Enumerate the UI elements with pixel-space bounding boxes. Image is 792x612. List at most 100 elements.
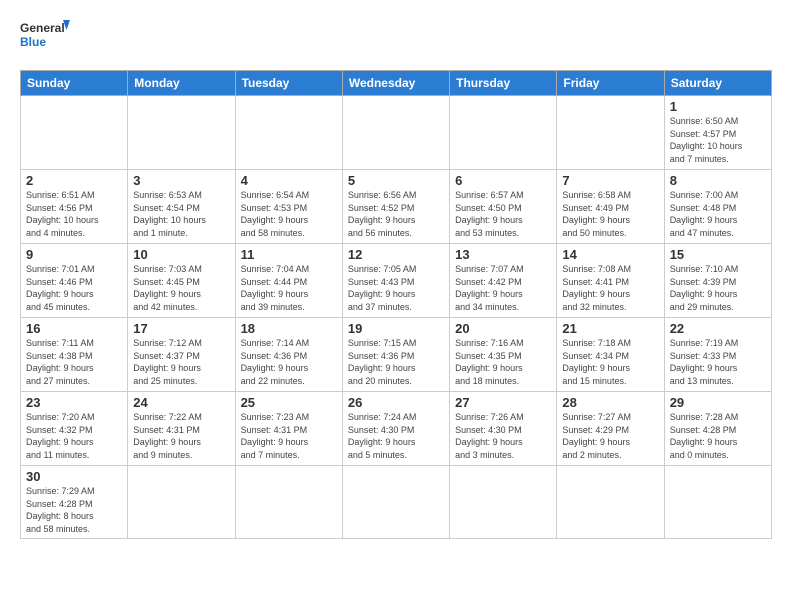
day-info: Sunrise: 7:22 AM Sunset: 4:31 PM Dayligh… bbox=[133, 412, 202, 460]
day-number: 27 bbox=[455, 395, 551, 410]
day-number: 21 bbox=[562, 321, 658, 336]
calendar-cell: 26Sunrise: 7:24 AM Sunset: 4:30 PM Dayli… bbox=[342, 392, 449, 466]
day-info: Sunrise: 7:05 AM Sunset: 4:43 PM Dayligh… bbox=[348, 264, 417, 312]
calendar-cell: 12 Sunrise: 7:05 AM Sunset: 4:43 PM Dayli… bbox=[342, 244, 449, 318]
calendar-cell: 11 Sunrise: 7:04 AM Sunset: 4:44 PM Dayli… bbox=[235, 244, 342, 318]
day-number: 28 bbox=[562, 395, 658, 410]
week-row-2: 2Sunrise: 6:51 AM Sunset: 4:56 PM Daylig… bbox=[21, 170, 772, 244]
day-number: 4 bbox=[241, 173, 337, 188]
day-number: 29 bbox=[670, 395, 766, 410]
weekday-header-wednesday: Wednesday bbox=[342, 71, 449, 96]
day-info: Sunrise: 7:16 AM Sunset: 4:35 PM Dayligh… bbox=[455, 338, 524, 386]
day-number: 1 bbox=[670, 99, 766, 114]
day-info: Sunrise: 7:04 AM Sunset: 4:44 PM Dayligh… bbox=[241, 264, 310, 312]
calendar-cell: 18 Sunrise: 7:14 AM Sunset: 4:36 PM Dayli… bbox=[235, 318, 342, 392]
calendar-cell: 28 Sunrise: 7:27 AM Sunset: 4:29 PM Dayli… bbox=[557, 392, 664, 466]
day-number: 11 bbox=[241, 247, 337, 262]
calendar-cell bbox=[342, 96, 449, 170]
day-number: 17 bbox=[133, 321, 229, 336]
day-number: 30 bbox=[26, 469, 122, 484]
calendar-cell bbox=[128, 96, 235, 170]
day-info: Sunrise: 7:08 AM Sunset: 4:41 PM Dayligh… bbox=[562, 264, 631, 312]
day-number: 7 bbox=[562, 173, 658, 188]
calendar-cell: 7 Sunrise: 6:58 AM Sunset: 4:49 PM Daylig… bbox=[557, 170, 664, 244]
calendar-cell: 19 Sunrise: 7:15 AM Sunset: 4:36 PM Dayli… bbox=[342, 318, 449, 392]
weekday-header-monday: Monday bbox=[128, 71, 235, 96]
day-info: Sunrise: 6:56 AM Sunset: 4:52 PM Dayligh… bbox=[348, 190, 417, 238]
day-info: Sunrise: 7:18 AM Sunset: 4:34 PM Dayligh… bbox=[562, 338, 631, 386]
calendar-cell bbox=[450, 466, 557, 539]
calendar-cell bbox=[557, 466, 664, 539]
week-row-1: 1 Sunrise: 6:50 AM Sunset: 4:57 PM Daylig… bbox=[21, 96, 772, 170]
day-number: 9 bbox=[26, 247, 122, 262]
day-info: Sunrise: 6:50 AM Sunset: 4:57 PM Dayligh… bbox=[670, 116, 743, 164]
day-number: 3 bbox=[133, 173, 229, 188]
week-row-3: 9 Sunrise: 7:01 AM Sunset: 4:46 PM Daylig… bbox=[21, 244, 772, 318]
day-info: Sunrise: 7:19 AM Sunset: 4:33 PM Dayligh… bbox=[670, 338, 739, 386]
day-info: Sunrise: 7:01 AM Sunset: 4:46 PM Dayligh… bbox=[26, 264, 95, 312]
calendar-cell bbox=[21, 96, 128, 170]
weekday-header-row: SundayMondayTuesdayWednesdayThursdayFrid… bbox=[21, 71, 772, 96]
day-number: 25 bbox=[241, 395, 337, 410]
day-info: Sunrise: 7:11 AM Sunset: 4:38 PM Dayligh… bbox=[26, 338, 94, 386]
day-info: Sunrise: 7:00 AM Sunset: 4:48 PM Dayligh… bbox=[670, 190, 739, 238]
header: General Blue bbox=[20, 16, 772, 60]
calendar-cell: 8Sunrise: 7:00 AM Sunset: 4:48 PM Daylig… bbox=[664, 170, 771, 244]
calendar-cell bbox=[450, 96, 557, 170]
day-info: Sunrise: 6:51 AM Sunset: 4:56 PM Dayligh… bbox=[26, 190, 99, 238]
day-info: Sunrise: 7:07 AM Sunset: 4:42 PM Dayligh… bbox=[455, 264, 524, 312]
day-number: 18 bbox=[241, 321, 337, 336]
calendar-cell: 16 Sunrise: 7:11 AM Sunset: 4:38 PM Dayli… bbox=[21, 318, 128, 392]
day-number: 13 bbox=[455, 247, 551, 262]
calendar-cell: 20 Sunrise: 7:16 AM Sunset: 4:35 PM Dayli… bbox=[450, 318, 557, 392]
day-info: Sunrise: 7:20 AM Sunset: 4:32 PM Dayligh… bbox=[26, 412, 95, 460]
day-number: 16 bbox=[26, 321, 122, 336]
calendar-cell: 5 Sunrise: 6:56 AM Sunset: 4:52 PM Daylig… bbox=[342, 170, 449, 244]
calendar-cell bbox=[235, 96, 342, 170]
week-row-6: 30 Sunrise: 7:29 AM Sunset: 4:28 PM Dayli… bbox=[21, 466, 772, 539]
day-number: 20 bbox=[455, 321, 551, 336]
calendar-cell: 3Sunrise: 6:53 AM Sunset: 4:54 PM Daylig… bbox=[128, 170, 235, 244]
day-number: 26 bbox=[348, 395, 444, 410]
day-info: Sunrise: 7:29 AM Sunset: 4:28 PM Dayligh… bbox=[26, 486, 95, 534]
day-info: Sunrise: 7:03 AM Sunset: 4:45 PM Dayligh… bbox=[133, 264, 202, 312]
day-number: 19 bbox=[348, 321, 444, 336]
day-number: 22 bbox=[670, 321, 766, 336]
weekday-header-tuesday: Tuesday bbox=[235, 71, 342, 96]
calendar-cell: 9 Sunrise: 7:01 AM Sunset: 4:46 PM Daylig… bbox=[21, 244, 128, 318]
day-number: 10 bbox=[133, 247, 229, 262]
day-info: Sunrise: 7:27 AM Sunset: 4:29 PM Dayligh… bbox=[562, 412, 631, 460]
day-number: 5 bbox=[348, 173, 444, 188]
day-info: Sunrise: 7:14 AM Sunset: 4:36 PM Dayligh… bbox=[241, 338, 310, 386]
day-number: 6 bbox=[455, 173, 551, 188]
svg-text:Blue: Blue bbox=[20, 35, 46, 49]
day-info: Sunrise: 7:23 AM Sunset: 4:31 PM Dayligh… bbox=[241, 412, 310, 460]
calendar-cell: 6Sunrise: 6:57 AM Sunset: 4:50 PM Daylig… bbox=[450, 170, 557, 244]
calendar-cell: 10 Sunrise: 7:03 AM Sunset: 4:45 PM Dayli… bbox=[128, 244, 235, 318]
svg-text:General: General bbox=[20, 21, 65, 35]
day-info: Sunrise: 7:26 AM Sunset: 4:30 PM Dayligh… bbox=[455, 412, 524, 460]
calendar-cell: 27 Sunrise: 7:26 AM Sunset: 4:30 PM Dayli… bbox=[450, 392, 557, 466]
day-number: 24 bbox=[133, 395, 229, 410]
day-number: 23 bbox=[26, 395, 122, 410]
calendar-cell: 29 Sunrise: 7:28 AM Sunset: 4:28 PM Dayli… bbox=[664, 392, 771, 466]
day-info: Sunrise: 7:10 AM Sunset: 4:39 PM Dayligh… bbox=[670, 264, 739, 312]
page: General Blue SundayMondayTuesdayWednesda… bbox=[0, 0, 792, 612]
calendar-cell: 1 Sunrise: 6:50 AM Sunset: 4:57 PM Daylig… bbox=[664, 96, 771, 170]
generalblue-logo-icon: General Blue bbox=[20, 16, 70, 60]
day-number: 12 bbox=[348, 247, 444, 262]
calendar-table: SundayMondayTuesdayWednesdayThursdayFrid… bbox=[20, 70, 772, 539]
calendar-cell bbox=[557, 96, 664, 170]
day-info: Sunrise: 7:15 AM Sunset: 4:36 PM Dayligh… bbox=[348, 338, 417, 386]
calendar-cell: 22 Sunrise: 7:19 AM Sunset: 4:33 PM Dayli… bbox=[664, 318, 771, 392]
day-info: Sunrise: 7:12 AM Sunset: 4:37 PM Dayligh… bbox=[133, 338, 202, 386]
week-row-5: 23 Sunrise: 7:20 AM Sunset: 4:32 PM Dayli… bbox=[21, 392, 772, 466]
calendar-cell bbox=[128, 466, 235, 539]
day-info: Sunrise: 7:28 AM Sunset: 4:28 PM Dayligh… bbox=[670, 412, 739, 460]
calendar-cell bbox=[342, 466, 449, 539]
calendar-cell: 30 Sunrise: 7:29 AM Sunset: 4:28 PM Dayli… bbox=[21, 466, 128, 539]
day-info: Sunrise: 6:58 AM Sunset: 4:49 PM Dayligh… bbox=[562, 190, 631, 238]
calendar-cell: 25 Sunrise: 7:23 AM Sunset: 4:31 PM Dayli… bbox=[235, 392, 342, 466]
calendar-cell: 23 Sunrise: 7:20 AM Sunset: 4:32 PM Dayli… bbox=[21, 392, 128, 466]
calendar-cell: 24 Sunrise: 7:22 AM Sunset: 4:31 PM Dayli… bbox=[128, 392, 235, 466]
